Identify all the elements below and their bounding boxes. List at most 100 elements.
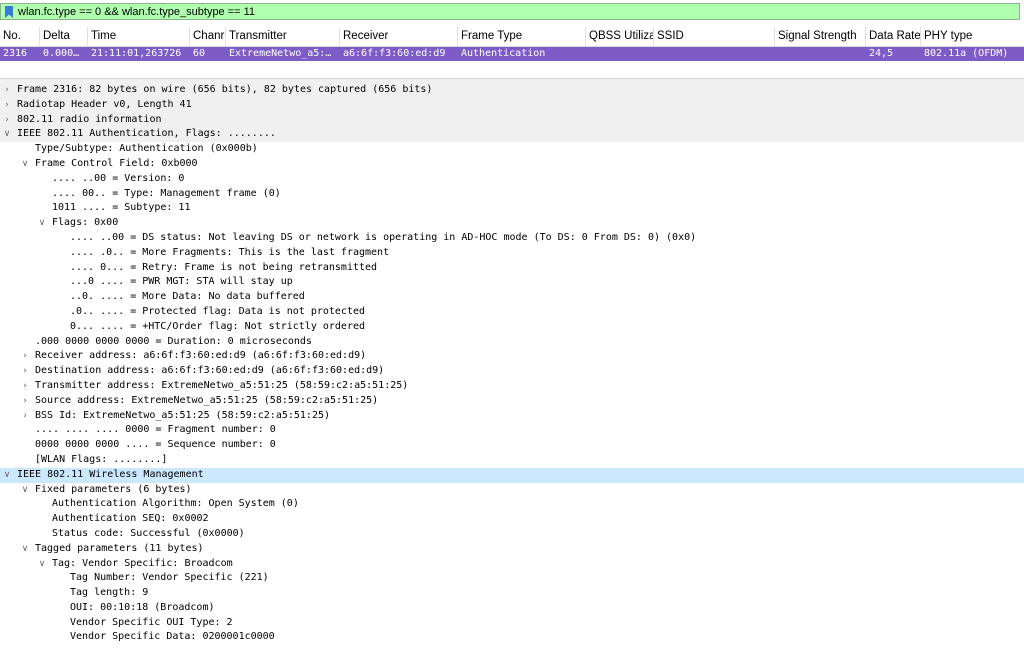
tree-row[interactable]: Authentication SEQ: 0x0002 xyxy=(0,512,1024,527)
tree-row[interactable]: ∨ Tagged parameters (11 bytes) xyxy=(0,542,1024,557)
tree-row[interactable]: .... ..00 = DS status: Not leaving DS or… xyxy=(0,231,1024,246)
bookmark-icon[interactable] xyxy=(5,5,13,18)
tree-row[interactable]: 0... .... = +HTC/Order flag: Not strictl… xyxy=(0,320,1024,335)
chevron-down-icon[interactable]: ∨ xyxy=(2,468,12,483)
tree-row[interactable]: Tag length: 9 xyxy=(0,586,1024,601)
tree-row[interactable]: Vendor Specific Data: 0200001c0000 xyxy=(0,630,1024,645)
packet-receiver: a6:6f:f3:60:ed:d9 xyxy=(343,48,446,59)
chevron-right-icon[interactable]: › xyxy=(2,98,12,113)
column-header-no[interactable]: No. xyxy=(0,27,40,46)
packet-list-header: No. Delta Time Chanr Transmitter Receive… xyxy=(0,27,1024,47)
column-header-channel[interactable]: Chanr xyxy=(190,27,226,46)
tree-row[interactable]: ∨ IEEE 802.11 Wireless Management xyxy=(0,467,1024,483)
tree-row-label: BSS Id: ExtremeNetwo_a5:51:25 (58:59:c2:… xyxy=(35,409,331,421)
tree-row[interactable]: .... ..00 = Version: 0 xyxy=(0,172,1024,187)
column-header-data-rate[interactable]: Data Rate xyxy=(866,27,921,46)
tree-row[interactable]: › Source address: ExtremeNetwo_a5:51:25 (… xyxy=(0,394,1024,409)
tree-row[interactable]: Type/Subtype: Authentication (0x000b) xyxy=(0,142,1024,157)
tree-row-label: IEEE 802.11 Authentication, Flags: .....… xyxy=(17,128,276,140)
tree-row-label: Authentication SEQ: 0x0002 xyxy=(52,513,209,525)
tree-row-label: 0... .... = +HTC/Order flag: Not strictl… xyxy=(70,320,366,332)
chevron-down-icon[interactable]: ∨ xyxy=(37,557,47,572)
tree-row[interactable]: › Transmitter address: ExtremeNetwo_a5:51… xyxy=(0,379,1024,394)
chevron-right-icon[interactable]: › xyxy=(20,364,30,379)
tree-row[interactable]: › Receiver address: a6:6f:f3:60:ed:d9 (a6… xyxy=(0,349,1024,364)
tree-row[interactable]: ..0. .... = More Data: No data buffered xyxy=(0,290,1024,305)
tree-row[interactable]: ∨ IEEE 802.11 Authentication, Flags: ....… xyxy=(0,127,1024,143)
chevron-down-icon[interactable]: ∨ xyxy=(20,542,30,557)
tree-row[interactable]: › Frame 2316: 82 bytes on wire (656 bits)… xyxy=(0,83,1024,98)
column-header-delta[interactable]: Delta xyxy=(40,27,88,46)
tree-row[interactable]: ∨ Flags: 0x00 xyxy=(0,216,1024,231)
tree-row[interactable]: › Destination address: a6:6f:f3:60:ed:d9 … xyxy=(0,364,1024,379)
tree-row[interactable]: 0000 0000 0000 .... = Sequence number: 0 xyxy=(0,438,1024,453)
tree-row[interactable]: › Radiotap Header v0, Length 41 xyxy=(0,97,1024,113)
tree-row[interactable]: .... .... .... 0000 = Fragment number: 0 xyxy=(0,423,1024,438)
chevron-right-icon[interactable]: › xyxy=(20,379,30,394)
tree-row-label: Radiotap Header v0, Length 41 xyxy=(17,98,192,110)
tree-row[interactable]: ...0 .... = PWR MGT: STA will stay up xyxy=(0,275,1024,290)
display-filter-text: wlan.fc.type == 0 && wlan.fc.type_subtyp… xyxy=(18,5,256,18)
column-header-signal-strength[interactable]: Signal Strength xyxy=(775,27,866,46)
chevron-down-icon[interactable]: ∨ xyxy=(20,157,30,172)
packet-details-tree: › Frame 2316: 82 bytes on wire (656 bits)… xyxy=(0,83,1024,655)
tree-row[interactable]: Authentication Algorithm: Open System (0… xyxy=(0,497,1024,512)
tree-row[interactable]: Vendor Specific OUI Type: 2 xyxy=(0,616,1024,631)
tree-row[interactable]: ∨ Fixed parameters (6 bytes) xyxy=(0,483,1024,498)
display-filter-input[interactable]: wlan.fc.type == 0 && wlan.fc.type_subtyp… xyxy=(0,3,1020,20)
tree-row-label: .... 0... = Retry: Frame is not being re… xyxy=(70,261,378,273)
tree-row[interactable]: OUI: 00:10:18 (Broadcom) xyxy=(0,601,1024,616)
tree-row-label: Source address: ExtremeNetwo_a5:51:25 (5… xyxy=(35,394,379,406)
packet-time: 21:11:01,263726 xyxy=(91,48,182,59)
tree-row-label: Vendor Specific Data: 0200001c0000 xyxy=(70,631,275,643)
chevron-right-icon[interactable]: › xyxy=(2,113,12,128)
tree-row[interactable]: ∨ Frame Control Field: 0xb000 xyxy=(0,157,1024,172)
chevron-right-icon[interactable]: › xyxy=(20,409,30,424)
column-header-transmitter[interactable]: Transmitter xyxy=(226,27,340,46)
column-header-time[interactable]: Time xyxy=(88,27,190,46)
column-header-qbss[interactable]: QBSS Utiliza xyxy=(586,27,654,46)
tree-row-label: Destination address: a6:6f:f3:60:ed:d9 (… xyxy=(35,365,385,377)
packet-qbss xyxy=(586,47,654,61)
tree-row-label: Receiver address: a6:6f:f3:60:ed:d9 (a6:… xyxy=(35,350,367,362)
tree-row[interactable]: Tag Number: Vendor Specific (221) xyxy=(0,571,1024,586)
column-header-frame-type[interactable]: Frame Type xyxy=(458,27,586,46)
tree-row[interactable]: .... 0... = Retry: Frame is not being re… xyxy=(0,261,1024,276)
tree-row[interactable]: › BSS Id: ExtremeNetwo_a5:51:25 (58:59:c2… xyxy=(0,409,1024,424)
tree-row[interactable]: .000 0000 0000 0000 = Duration: 0 micros… xyxy=(0,335,1024,350)
column-header-phy-type[interactable]: PHY type xyxy=(921,27,1024,46)
tree-row-label: Tagged parameters (11 bytes) xyxy=(35,542,204,554)
chevron-down-icon[interactable]: ∨ xyxy=(37,216,47,231)
tree-row-label: Fixed parameters (6 bytes) xyxy=(35,483,192,495)
column-header-ssid[interactable]: SSID xyxy=(654,27,775,46)
packet-ssid xyxy=(654,47,775,61)
tree-row[interactable]: [WLAN Flags: ........] xyxy=(0,453,1024,468)
packet-signal xyxy=(775,47,866,61)
chevron-down-icon[interactable]: ∨ xyxy=(20,483,30,498)
packet-transmitter: ExtremeNetwo_a5:… xyxy=(229,48,332,59)
tree-row-label: Type/Subtype: Authentication (0x000b) xyxy=(35,143,258,155)
packet-frame-type: Authentication xyxy=(461,48,546,59)
tree-row[interactable]: Status code: Successful (0x0000) xyxy=(0,527,1024,542)
tree-row[interactable]: 1011 .... = Subtype: 11 xyxy=(0,201,1024,216)
tree-row[interactable]: .... 00.. = Type: Management frame (0) xyxy=(0,187,1024,202)
packet-list-row[interactable]: 2316 0.000… 21:11:01,263726 60 ExtremeNe… xyxy=(0,47,1024,61)
packet-no: 2316 xyxy=(3,48,28,59)
column-header-receiver[interactable]: Receiver xyxy=(340,27,458,46)
tree-row-label: Status code: Successful (0x0000) xyxy=(52,527,245,539)
tree-row-label: ..0. .... = More Data: No data buffered xyxy=(70,291,305,303)
tree-row[interactable]: .... .0.. = More Fragments: This is the … xyxy=(0,246,1024,261)
chevron-down-icon[interactable]: ∨ xyxy=(2,127,12,142)
tree-row-label: OUI: 00:10:18 (Broadcom) xyxy=(70,601,215,613)
chevron-right-icon[interactable]: › xyxy=(2,83,12,98)
tree-row-label: ...0 .... = PWR MGT: STA will stay up xyxy=(70,276,293,288)
chevron-right-icon[interactable]: › xyxy=(20,394,30,409)
display-filter-toolbar: wlan.fc.type == 0 && wlan.fc.type_subtyp… xyxy=(0,0,1024,24)
chevron-right-icon[interactable]: › xyxy=(20,349,30,364)
tree-row-label: Transmitter address: ExtremeNetwo_a5:51:… xyxy=(35,379,409,391)
packet-channel: 60 xyxy=(193,48,206,59)
tree-row[interactable]: ∨ Tag: Vendor Specific: Broadcom xyxy=(0,557,1024,572)
tree-row[interactable]: .0.. .... = Protected flag: Data is not … xyxy=(0,305,1024,320)
tree-row[interactable]: › 802.11 radio information xyxy=(0,112,1024,128)
tree-row-label: .... .... .... 0000 = Fragment number: 0 xyxy=(35,424,276,436)
